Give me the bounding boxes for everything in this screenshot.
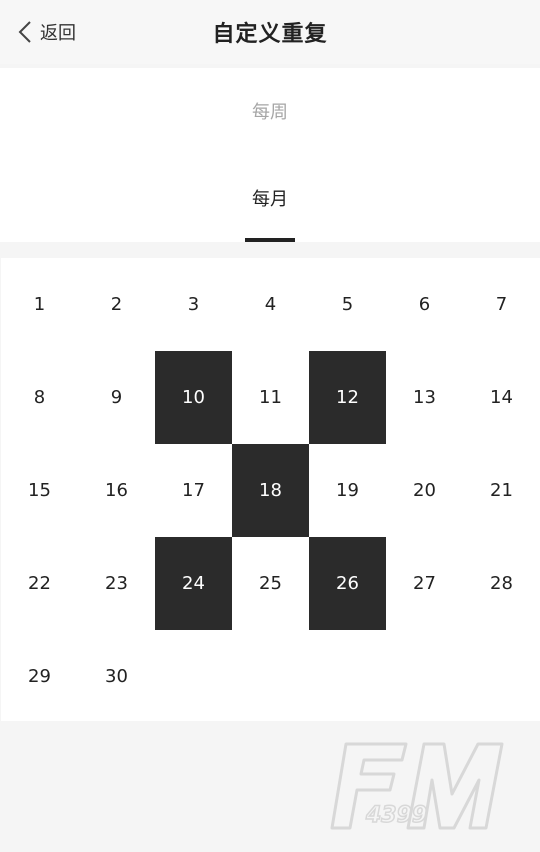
- fm-4399-watermark: 4399: [328, 740, 508, 836]
- day-cell-9[interactable]: 9: [78, 351, 155, 444]
- day-cell-25[interactable]: 25: [232, 537, 309, 630]
- selected-indicator: [245, 238, 295, 242]
- day-cell-16[interactable]: 16: [78, 444, 155, 537]
- day-cell-17[interactable]: 17: [155, 444, 232, 537]
- repeat-mode-panel: 每周 每月: [0, 68, 540, 242]
- day-cell-20[interactable]: 20: [386, 444, 463, 537]
- page-title: 自定义重复: [212, 22, 328, 47]
- day-cell-18[interactable]: 18: [232, 444, 309, 537]
- day-cell-28[interactable]: 28: [463, 537, 540, 630]
- day-cell-7[interactable]: 7: [463, 258, 540, 351]
- day-cell-15[interactable]: 15: [1, 444, 78, 537]
- day-cell-12[interactable]: 12: [309, 351, 386, 444]
- day-cell-13[interactable]: 13: [386, 351, 463, 444]
- navigation-bar: 返回 自定义重复: [0, 0, 540, 64]
- day-cell-8[interactable]: 8: [1, 351, 78, 444]
- day-cell-24[interactable]: 24: [155, 537, 232, 630]
- day-cell-14[interactable]: 14: [463, 351, 540, 444]
- day-cell-23[interactable]: 23: [78, 537, 155, 630]
- watermark-number: 4399: [365, 803, 427, 828]
- day-cell-5[interactable]: 5: [309, 258, 386, 351]
- day-cell-27[interactable]: 27: [386, 537, 463, 630]
- day-cell-3[interactable]: 3: [155, 258, 232, 351]
- day-cell-30[interactable]: 30: [78, 630, 155, 723]
- day-cell-6[interactable]: 6: [386, 258, 463, 351]
- day-cell-4[interactable]: 4: [232, 258, 309, 351]
- month-day-grid: 1 2 3 4 5 6 7 8 9 10 11 12 13 14 15 16 17 18 19 20 21 22 23 24 2…: [1, 258, 540, 721]
- day-cell-22[interactable]: 22: [1, 537, 78, 630]
- day-cell-21[interactable]: 21: [463, 444, 540, 537]
- day-cell-2[interactable]: 2: [78, 258, 155, 351]
- day-cell-19[interactable]: 19: [309, 444, 386, 537]
- day-cell-1[interactable]: 1: [1, 258, 78, 351]
- option-monthly[interactable]: 每月: [0, 185, 540, 211]
- option-weekly[interactable]: 每周: [0, 98, 540, 124]
- day-cell-10[interactable]: 10: [155, 351, 232, 444]
- day-cell-29[interactable]: 29: [1, 630, 78, 723]
- day-cell-26[interactable]: 26: [309, 537, 386, 630]
- day-cell-11[interactable]: 11: [232, 351, 309, 444]
